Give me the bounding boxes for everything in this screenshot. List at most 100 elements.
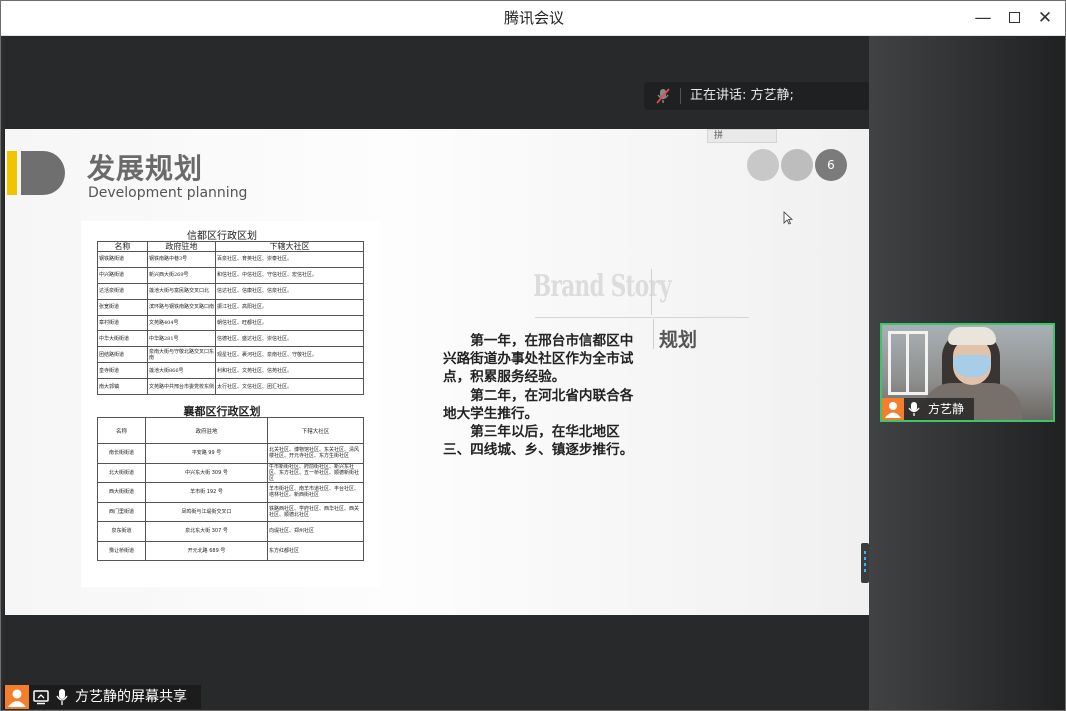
table-cell: 北关社区、博物馆社区、东关社区、清风楼社区、开元寺社区、东方生街社区 bbox=[267, 443, 364, 464]
user-icon bbox=[5, 685, 29, 709]
participant-name: 方艺静 bbox=[928, 402, 965, 416]
decorative-dot bbox=[781, 149, 813, 181]
table-header-row: 名称 政府驻地 下辖大社区 bbox=[97, 417, 364, 444]
handle-dot bbox=[864, 563, 866, 566]
table-header: 政府驻地 bbox=[145, 417, 268, 444]
divider bbox=[651, 269, 652, 315]
table-cell: 信达社区、信康社区、信泉社区。 bbox=[215, 282, 364, 300]
title-bar: 腾讯会议 — ✕ bbox=[1, 1, 1065, 36]
participant-name-tag: 方艺静 bbox=[882, 398, 974, 420]
panel-toggle-handle[interactable] bbox=[861, 543, 869, 583]
user-icon bbox=[882, 398, 904, 420]
table-cell: 皇寺街道 bbox=[97, 362, 148, 380]
handle-dot bbox=[864, 569, 866, 572]
table-cell: 泉南大街与守敬北路交叉口东南 bbox=[147, 346, 216, 364]
window-title: 腾讯会议 bbox=[503, 9, 564, 27]
table-cell: 豫让桥街道 bbox=[97, 540, 146, 561]
mic-muted-icon bbox=[656, 88, 670, 104]
minimize-button[interactable]: — bbox=[969, 6, 997, 30]
table-cell: 向堤社区、郑州社区 bbox=[267, 521, 364, 542]
table-header: 下辖大社区 bbox=[267, 417, 364, 444]
table-cell: 开元北路 689 号 bbox=[145, 540, 268, 561]
maximize-icon bbox=[1008, 12, 1020, 23]
slide-title: 发展规划 bbox=[87, 152, 204, 185]
decorative-dot bbox=[747, 149, 779, 181]
table-cell: 泉北东大街 307 号 bbox=[145, 521, 268, 542]
table-cell: 铁路西社区、学府社区、西华社区、西关社区、顺德北社区 bbox=[267, 501, 364, 522]
microphone-icon bbox=[908, 402, 920, 416]
table-cell: 西大街街道 bbox=[97, 482, 146, 503]
maximize-button[interactable] bbox=[1000, 6, 1028, 30]
table-row: 团结路街道 泉南大街与守敬北路交叉口东南 观星社区、裹河社区、泉南社区、守敬社区。 bbox=[97, 346, 364, 364]
table-row: 泉东街道 泉北东大街 307 号向堤社区、郑州社区 bbox=[97, 521, 364, 542]
table-cell: 张宽街道 bbox=[97, 298, 148, 316]
table-cell: 新兴西大街269号 bbox=[147, 266, 216, 284]
table-cell: 羊市街社区、南羊市道社区、丰台社区、塔林社区、新西街社区 bbox=[267, 482, 364, 503]
table-cell: 朝信社区、旺都社区。 bbox=[215, 314, 364, 332]
table-cell: 观星社区、裹河社区、泉南社区、守敬社区。 bbox=[215, 346, 364, 364]
table-cell: 钢铁路街道 bbox=[97, 251, 148, 268]
table-cell: 和信社区、中信社区、守信社区、宏信社区。 bbox=[215, 266, 364, 284]
table-cell: 南大郭镇 bbox=[97, 378, 148, 396]
paragraph: 第一年，在邢台市信都区中兴路街道办事处社区作为全市试点，积累服务经验。 bbox=[443, 333, 634, 386]
meeting-window: 腾讯会议 — ✕ 正在讲话: 方艺静; 拼 发展规划 Development p… bbox=[0, 0, 1066, 711]
table-cell: 莲池大街866号 bbox=[147, 362, 216, 380]
table-row: 北大街街道 中兴东大街 309 号牛市新街社区、府前街社区、新兴东社区、东方社区、… bbox=[97, 462, 364, 483]
close-icon: ✕ bbox=[1037, 8, 1053, 28]
paragraph: 第三年以后，在华北地区三、四线城、乡、镇逐步推行。 bbox=[443, 424, 634, 459]
table-cell: 北大街街道 bbox=[97, 462, 146, 483]
page-number-badge: 6 bbox=[815, 149, 847, 181]
table-cell: 西门里街道 bbox=[97, 501, 146, 522]
shared-screen-area: 正在讲话: 方艺静; 拼 发展规划 Development planning 6… bbox=[3, 36, 914, 710]
screen-share-label-bar: 方艺静的屏幕共享 bbox=[3, 685, 201, 709]
table-cell: 百泉社区、育英社区、崇泰社区。 bbox=[215, 251, 364, 268]
table-cell: 凤鸣街与江堤街交叉口 bbox=[145, 501, 268, 522]
table-cell: 牛市新街社区、府前街社区、新兴东社区、东方社区、五一桥社区、顺德新街社区 bbox=[267, 462, 364, 483]
minimize-icon: — bbox=[974, 8, 992, 28]
table-cell: 东方红都社区 bbox=[267, 540, 364, 561]
table-header: 政府驻地 bbox=[147, 241, 216, 252]
table-header-row: 名称 政府驻地 下辖大社区 bbox=[97, 241, 364, 252]
slide-subtitle: Development planning bbox=[88, 185, 248, 201]
handle-dot bbox=[864, 551, 866, 554]
table-row: 南大郭镇 文苑路中共邢台市委党校东侧 太行社区、文信社区、团汇社区。 bbox=[97, 378, 364, 396]
screen-share-label: 方艺静的屏幕共享 bbox=[75, 689, 187, 705]
table-row: 中兴路街道 新兴西大街269号 和信社区、中信社区、守信社区、宏信社区。 bbox=[97, 266, 364, 284]
table-cell: 中华路281号 bbox=[147, 330, 216, 348]
mouse-cursor-icon bbox=[783, 211, 793, 225]
table-cell: 羊市街 192 号 bbox=[145, 482, 268, 503]
table-cell: 莲池大街与富民路交叉口北 bbox=[147, 282, 216, 300]
district-tables-image: 信都区行政区划 名称 政府驻地 下辖大社区 钢铁路街道 钢铁南路中巷3号 百泉社区、… bbox=[81, 221, 379, 587]
section-label: 规划 bbox=[659, 329, 698, 351]
separator bbox=[680, 88, 681, 104]
table-cell: 太行社区、文信社区、团汇社区。 bbox=[215, 378, 364, 396]
table1-title: 信都区行政区划 bbox=[187, 231, 257, 242]
table-cell: 南长街街道 bbox=[97, 443, 146, 464]
table-header: 下辖大社区 bbox=[215, 241, 364, 252]
presentation-slide: 拼 发展规划 Development planning 6 信都区行政区划 名称… bbox=[5, 129, 869, 615]
table-row: 豫让桥街道 开元北路 689 号东方红都社区 bbox=[97, 540, 364, 561]
table-cell: 钢铁南路中巷3号 bbox=[147, 251, 216, 268]
table-cell: 文苑路404号 bbox=[147, 314, 216, 332]
slide-logo-d bbox=[21, 151, 65, 195]
ime-indicator: 拼 bbox=[707, 129, 777, 143]
table-cell: 章村街道 bbox=[97, 314, 148, 332]
table-row: 张宽街道 滨环路与钢铁南路交叉路口南 振江社区、高阳社区。 bbox=[97, 298, 364, 316]
table-row: 西大街街道 羊市街 192 号羊市街社区、南羊市道社区、丰台社区、塔林社区、新西街… bbox=[97, 482, 364, 503]
table-cell: 中华大街街道 bbox=[97, 330, 148, 348]
table-row: 中华大街街道 中华路281号 信德社区、盛达社区、崇信社区。 bbox=[97, 330, 364, 348]
table-cell: 中兴路街道 bbox=[97, 266, 148, 284]
paragraph: 第二年，在河北省内联合各地大学生推行。 bbox=[443, 387, 634, 422]
table-cell: 文苑路中共邢台市委党校东侧 bbox=[147, 378, 216, 396]
table-row: 南长街街道 平安路 99 号北关社区、博物馆社区、东关社区、清风楼社区、开元寺社区… bbox=[97, 443, 364, 464]
participant-video-tile[interactable]: 方艺静 bbox=[880, 323, 1055, 422]
table-row: 西门里街道 凤鸣街与江堤街交叉口 铁路西社区、学府社区、西华社区、西关社区、顺德北社… bbox=[97, 501, 364, 522]
table-row: 皇寺街道 莲池大街866号 利和社区、文苑社区、信苑社区。 bbox=[97, 362, 364, 380]
speaking-text: 正在讲话: 方艺静; bbox=[690, 88, 794, 103]
video-person bbox=[948, 327, 996, 345]
video-window-frame bbox=[906, 331, 909, 395]
table-cell: 利和社区、文苑社区、信苑社区。 bbox=[215, 362, 364, 380]
table-row: 达活泉街道 莲池大街与富民路交叉口北 信达社区、信康社区、信泉社区。 bbox=[97, 282, 364, 300]
table-header: 名称 bbox=[97, 417, 146, 444]
close-button[interactable]: ✕ bbox=[1031, 6, 1059, 30]
